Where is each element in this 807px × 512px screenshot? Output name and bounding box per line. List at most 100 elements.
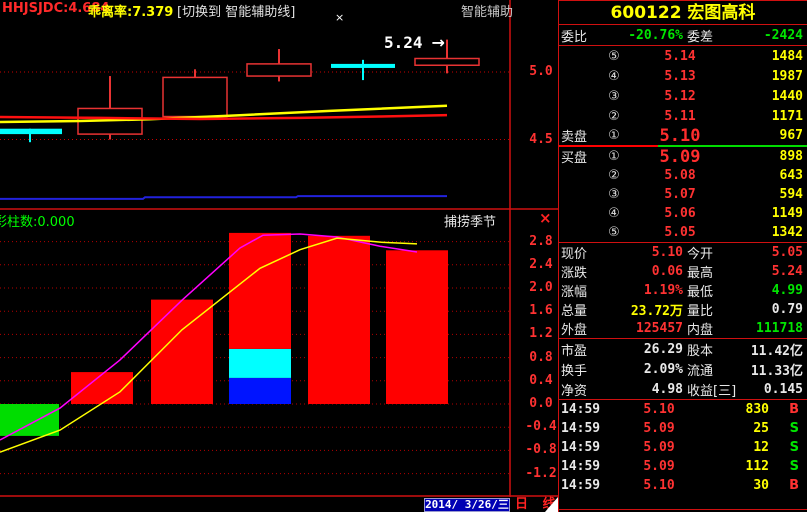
weibi-row: 委比 -20.76% 委差 -2424 (559, 25, 807, 46)
level-price: 5.06 (627, 206, 733, 221)
tick-side: B (769, 478, 803, 493)
panel-bottom-border (559, 497, 807, 510)
weicha-value: -2424 (745, 28, 803, 43)
info-label: 总量 (561, 300, 607, 319)
axis-label: 5.0 (520, 64, 562, 79)
stats-label: 流通 (687, 360, 745, 379)
level-volume: 1171 (733, 109, 803, 124)
info-label: 最低 (687, 281, 745, 300)
axis-label: -0.4 (520, 419, 562, 434)
date-box[interactable]: 2014/ 3/26/三 (424, 498, 510, 512)
level-volume: 1440 (733, 89, 803, 104)
ask1-volume: 967 (733, 128, 803, 143)
info-label: 最高 (687, 262, 745, 281)
info-value: 0.79 (745, 302, 803, 317)
tick-row[interactable]: 14:59 5.09 112 S (559, 457, 807, 476)
tick-price: 5.10 (607, 402, 711, 417)
stock-app-window: HHJSJDC:4.684 乖离率:7.379 [切换到 智能辅助线] 智能辅助… (0, 0, 807, 512)
info-value: 4.99 (745, 283, 803, 298)
sell-level-3-row[interactable]: ③ 5.12 1440 (559, 86, 807, 106)
buy-level-4-row[interactable]: ④ 5.06 1149 (559, 204, 807, 223)
stock-title[interactable]: 600122 宏图高科 (559, 0, 807, 25)
tick-row[interactable]: 14:59 5.09 12 S (559, 438, 807, 457)
tick-price: 5.10 (607, 478, 711, 493)
high-price-value: 5.24 (384, 33, 423, 52)
axis-label: 2.4 (520, 257, 562, 272)
weibi-value: -20.76% (607, 28, 683, 43)
info-row: 现价 5.10 今开 5.05 (559, 243, 807, 262)
level-volume: 1987 (733, 69, 803, 84)
weicha-label: 委差 (687, 26, 745, 45)
info-value: 5.05 (745, 245, 803, 260)
stats-label: 市盈 (561, 340, 607, 359)
price-and-indicator-chart[interactable] (0, 0, 558, 497)
info-row: 外盘 125457 内盘 111718 (559, 319, 807, 338)
stats-value: 2.09% (607, 362, 683, 377)
tick-row[interactable]: 14:59 5.10 30 B (559, 476, 807, 495)
chart-area: HHJSJDC:4.684 乖离率:7.379 [切换到 智能辅助线] 智能辅助… (0, 0, 558, 497)
stats-label: 股本 (687, 340, 745, 359)
weibi-label: 委比 (561, 26, 607, 45)
level-volume: 643 (733, 168, 803, 183)
stats-value: 26.29 (607, 342, 683, 357)
info-value: 23.72万 (607, 300, 683, 319)
sub-indicator-title[interactable]: 捕捞季节 (444, 211, 496, 230)
info-value: 125457 (607, 321, 683, 336)
close-icon[interactable]: × (539, 209, 552, 227)
tick-side: S (769, 459, 803, 474)
sell-level-4-row[interactable]: ④ 5.13 1987 (559, 66, 807, 86)
stats-label: 净资 (561, 380, 607, 399)
high-price-annotation: 5.24→ (384, 33, 445, 52)
buy-level-5-row[interactable]: ⑤ 5.05 1342 (559, 223, 807, 242)
tick-volume: 25 (711, 421, 769, 436)
axis-label: -1.2 (520, 466, 562, 481)
sell-level-2-row[interactable]: ② 5.11 1171 (559, 106, 807, 126)
info-value: 5.10 (607, 245, 683, 260)
tick-price: 5.09 (607, 421, 711, 436)
level-volume: 594 (733, 187, 803, 202)
stats-value: 0.145 (745, 382, 803, 397)
info-label: 今开 (687, 243, 745, 262)
axis-label: 0.4 (520, 373, 562, 388)
level-badge: ③ (601, 187, 627, 202)
buy-level-2-row[interactable]: ② 5.08 643 (559, 166, 807, 185)
stats-row: 净资 4.98 收益[三] 0.145 (559, 379, 807, 399)
switch-assist-line-button[interactable]: [切换到 智能辅助线] (177, 1, 295, 20)
level-volume: 1484 (733, 49, 803, 64)
level-badge: ① (601, 149, 627, 164)
tick-side: S (769, 421, 803, 436)
level-badge: ⑤ (601, 225, 627, 240)
sell-level-1-row[interactable]: 卖盘 ① 5.10 967 (559, 126, 807, 145)
tick-side: S (769, 440, 803, 455)
tick-time: 14:59 (561, 478, 607, 493)
axis-label: 4.5 (520, 132, 562, 147)
info-label: 内盘 (687, 319, 745, 338)
ask1-price: 5.10 (627, 126, 733, 146)
tick-volume: 830 (711, 402, 769, 417)
tick-row[interactable]: 14:59 5.10 830 B (559, 400, 807, 419)
level-price: 5.07 (627, 187, 733, 202)
stats-value: 4.98 (607, 382, 683, 397)
level-price: 5.08 (627, 168, 733, 183)
sell-level-5-row[interactable]: ⑤ 5.14 1484 (559, 46, 807, 66)
bottom-bar: 2014/ 3/26/三 日 线 (0, 497, 558, 512)
buy-level-1-row[interactable]: 买盘 ① 5.09 898 (559, 147, 807, 166)
axis-label: 0.0 (520, 396, 562, 411)
info-row: 涨幅 1.19% 最低 4.99 (559, 281, 807, 300)
smart-assist-label: 智能辅助 (461, 1, 513, 20)
info-value: 111718 (745, 321, 803, 336)
level-badge: ③ (601, 89, 627, 104)
info-label: 现价 (561, 243, 607, 262)
fundamentals-section: 市盈 26.29 股本 11.42亿 换手 2.09% 流通 11.33亿 净资… (559, 338, 807, 399)
tick-price: 5.09 (607, 459, 711, 474)
info-label: 外盘 (561, 319, 607, 338)
info-value: 0.06 (607, 264, 683, 279)
tick-row[interactable]: 14:59 5.09 25 S (559, 419, 807, 438)
buy-level-3-row[interactable]: ③ 5.07 594 (559, 185, 807, 204)
axis-label: 0.8 (520, 350, 562, 365)
info-value: 5.24 (745, 264, 803, 279)
info-label: 涨跌 (561, 262, 607, 281)
bid1-price: 5.09 (627, 147, 733, 167)
resize-corner-icon[interactable] (545, 497, 558, 512)
tick-time: 14:59 (561, 459, 607, 474)
